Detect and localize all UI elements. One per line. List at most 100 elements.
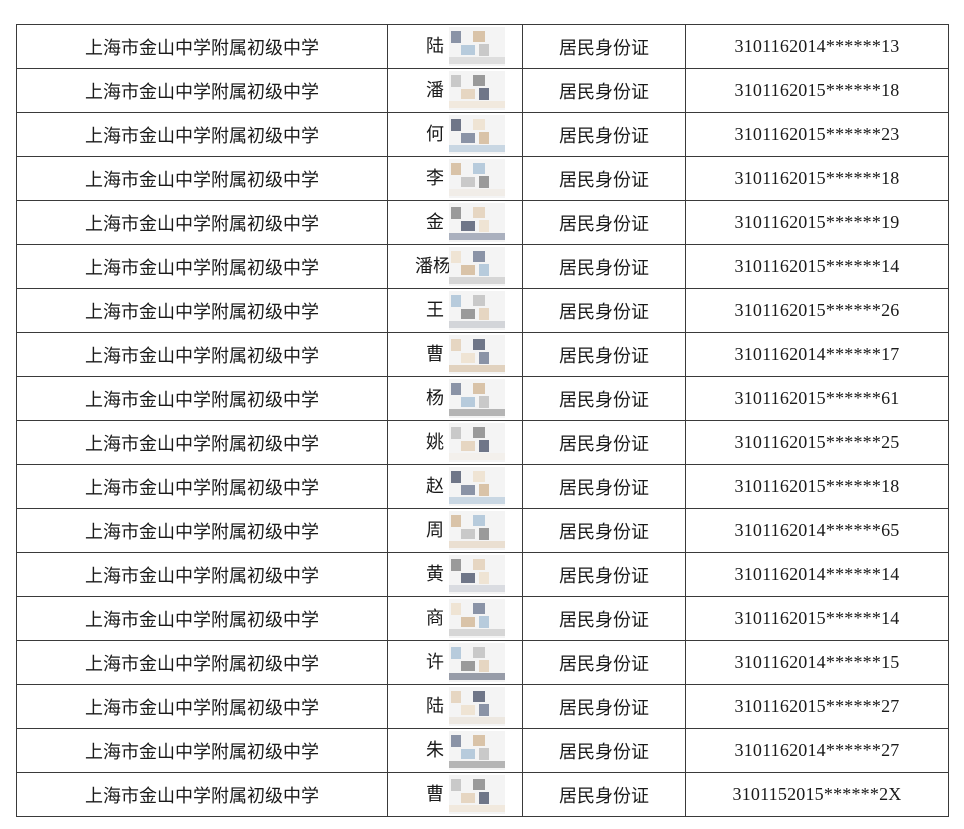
student-name-text: 陆: [426, 696, 444, 717]
mosaic-block: [449, 497, 505, 504]
mosaic-block: [479, 704, 489, 716]
mosaic-block: [451, 383, 461, 395]
mosaic-block: [451, 163, 461, 175]
mosaic-block: [479, 352, 489, 364]
mosaic-block: [473, 31, 485, 42]
student-name-cell: 李: [387, 156, 523, 201]
mosaic-block: [479, 220, 489, 232]
school-cell: 上海市金山中学附属初级中学: [16, 376, 388, 421]
student-name-wrapper: 杨: [389, 378, 522, 420]
student-name-text: 王: [426, 300, 444, 321]
student-name-wrapper: 王: [389, 290, 522, 332]
mosaic-block: [461, 793, 475, 803]
mosaic-block: [451, 515, 461, 527]
mosaic-block: [473, 75, 485, 86]
mosaic-block: [473, 427, 485, 438]
student-name-cell: 姚: [387, 420, 523, 465]
student-name-text: 赵: [426, 476, 444, 497]
mosaic-block: [479, 176, 489, 188]
id-number-cell: 3101162015******18: [685, 68, 949, 113]
student-name-text: 商: [426, 608, 444, 629]
mosaic-block: [449, 717, 505, 724]
id-type-cell: 居民身份证: [522, 288, 686, 333]
mosaic-block: [449, 761, 505, 768]
mosaic-block: [449, 585, 505, 592]
mosaic-block: [473, 779, 485, 790]
table-row: 上海市金山中学附属初级中学 何 居民身份证 3101162015******23: [16, 112, 949, 157]
mosaic-block: [449, 145, 505, 152]
student-name-cell: 朱: [387, 728, 523, 773]
student-name-wrapper: 潘: [389, 70, 522, 112]
id-type-cell: 居民身份证: [522, 552, 686, 597]
mosaic-block: [449, 541, 505, 548]
school-cell: 上海市金山中学附属初级中学: [16, 288, 388, 333]
mosaic-block: [451, 471, 461, 483]
id-number-cell: 3101162015******19: [685, 200, 949, 245]
mosaic-block: [451, 207, 461, 219]
student-name-cell: 金: [387, 200, 523, 245]
student-name-wrapper: 许: [389, 642, 522, 684]
mosaic-block: [461, 89, 475, 99]
school-cell: 上海市金山中学附属初级中学: [16, 332, 388, 377]
student-name-wrapper: 陆: [389, 686, 522, 728]
name-redaction-mosaic: [449, 555, 505, 594]
school-cell: 上海市金山中学附属初级中学: [16, 772, 388, 817]
mosaic-block: [461, 749, 475, 759]
name-redaction-mosaic: [449, 379, 505, 418]
student-name-cell: 黄: [387, 552, 523, 597]
mosaic-block: [461, 573, 475, 583]
name-redaction-mosaic: [449, 335, 505, 374]
name-redaction-mosaic: [449, 203, 505, 242]
mosaic-block: [451, 559, 461, 571]
id-type-cell: 居民身份证: [522, 200, 686, 245]
id-type-cell: 居民身份证: [522, 640, 686, 685]
table-row: 上海市金山中学附属初级中学 李 居民身份证 3101162015******18: [16, 156, 949, 201]
id-type-cell: 居民身份证: [522, 24, 686, 69]
id-type-cell: 居民身份证: [522, 684, 686, 729]
mosaic-block: [473, 559, 485, 570]
mosaic-block: [479, 616, 489, 628]
student-name-text: 许: [426, 652, 444, 673]
student-name-cell: 赵: [387, 464, 523, 509]
student-name-cell: 曹: [387, 332, 523, 377]
roster-sheet: 上海市金山中学附属初级中学陆居民身份证 3101162014******13 上海市…: [16, 24, 949, 817]
mosaic-block: [473, 339, 485, 350]
table-row: 上海市金山中学附属初级中学 商 居民身份证 3101162015******14: [16, 596, 949, 641]
student-name-wrapper: 朱: [389, 730, 522, 772]
mosaic-block: [473, 383, 485, 394]
name-redaction-mosaic: [449, 291, 505, 330]
student-name-text: 朱: [426, 740, 444, 761]
school-cell: 上海市金山中学附属初级中学: [16, 68, 388, 113]
id-type-cell: 居民身份证: [522, 728, 686, 773]
student-name-text: 杨: [426, 388, 444, 409]
student-name-wrapper: 陆: [389, 26, 522, 68]
mosaic-block: [449, 321, 505, 328]
mosaic-block: [449, 57, 505, 64]
mosaic-block: [479, 308, 489, 320]
id-type-cell: 居民身份证: [522, 596, 686, 641]
name-redaction-mosaic: [449, 247, 505, 286]
mosaic-block: [473, 471, 485, 482]
student-name-wrapper: 姚: [389, 422, 522, 464]
id-type-cell: 居民身份证: [522, 332, 686, 377]
name-redaction-mosaic: [449, 599, 505, 638]
student-roster-table: 上海市金山中学附属初级中学陆居民身份证 3101162014******13 上海市…: [16, 24, 949, 817]
id-number-cell: 3101152015******2X: [685, 772, 949, 817]
student-name-wrapper: 曹: [389, 774, 522, 816]
table-row: 上海市金山中学附属初级中学 陆 居民身份证 3101162015******27: [16, 684, 949, 729]
id-number-cell: 3101162014******13: [685, 24, 949, 69]
mosaic-block: [479, 572, 489, 584]
school-cell: 上海市金山中学附属初级中学: [16, 464, 388, 509]
mosaic-block: [449, 189, 505, 196]
table-row: 上海市金山中学附属初级中学 杨 居民身份证 3101162015******61: [16, 376, 949, 421]
table-row: 上海市金山中学附属初级中学 陆 居民身份证 3101162014******13: [16, 24, 949, 69]
school-cell: 上海市金山中学附属初级中学: [16, 596, 388, 641]
school-cell: 上海市金山中学附属初级中学: [16, 244, 388, 289]
school-cell: 上海市金山中学附属初级中学: [16, 508, 388, 553]
student-name-text: 何: [426, 124, 444, 145]
mosaic-block: [461, 309, 475, 319]
mosaic-block: [461, 661, 475, 671]
id-number-cell: 3101162015******14: [685, 244, 949, 289]
name-redaction-mosaic: [449, 687, 505, 726]
table-row: 上海市金山中学附属初级中学 金 居民身份证 3101162015******19: [16, 200, 949, 245]
